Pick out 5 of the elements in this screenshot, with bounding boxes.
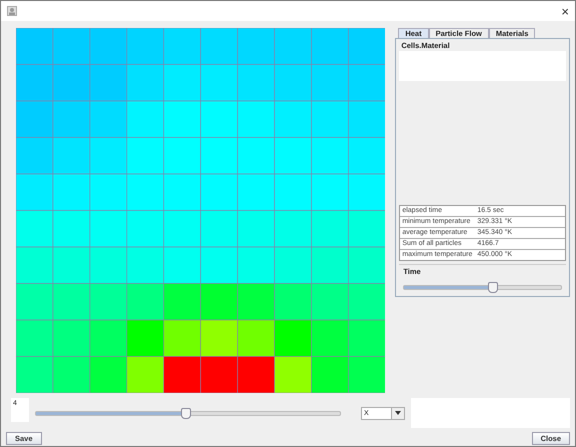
caret-icon (395, 411, 401, 415)
slider-thumb[interactable] (180, 408, 191, 418)
slider-thumb[interactable] (488, 282, 498, 292)
close-button[interactable]: × (561, 4, 569, 18)
app-icon (7, 6, 17, 16)
